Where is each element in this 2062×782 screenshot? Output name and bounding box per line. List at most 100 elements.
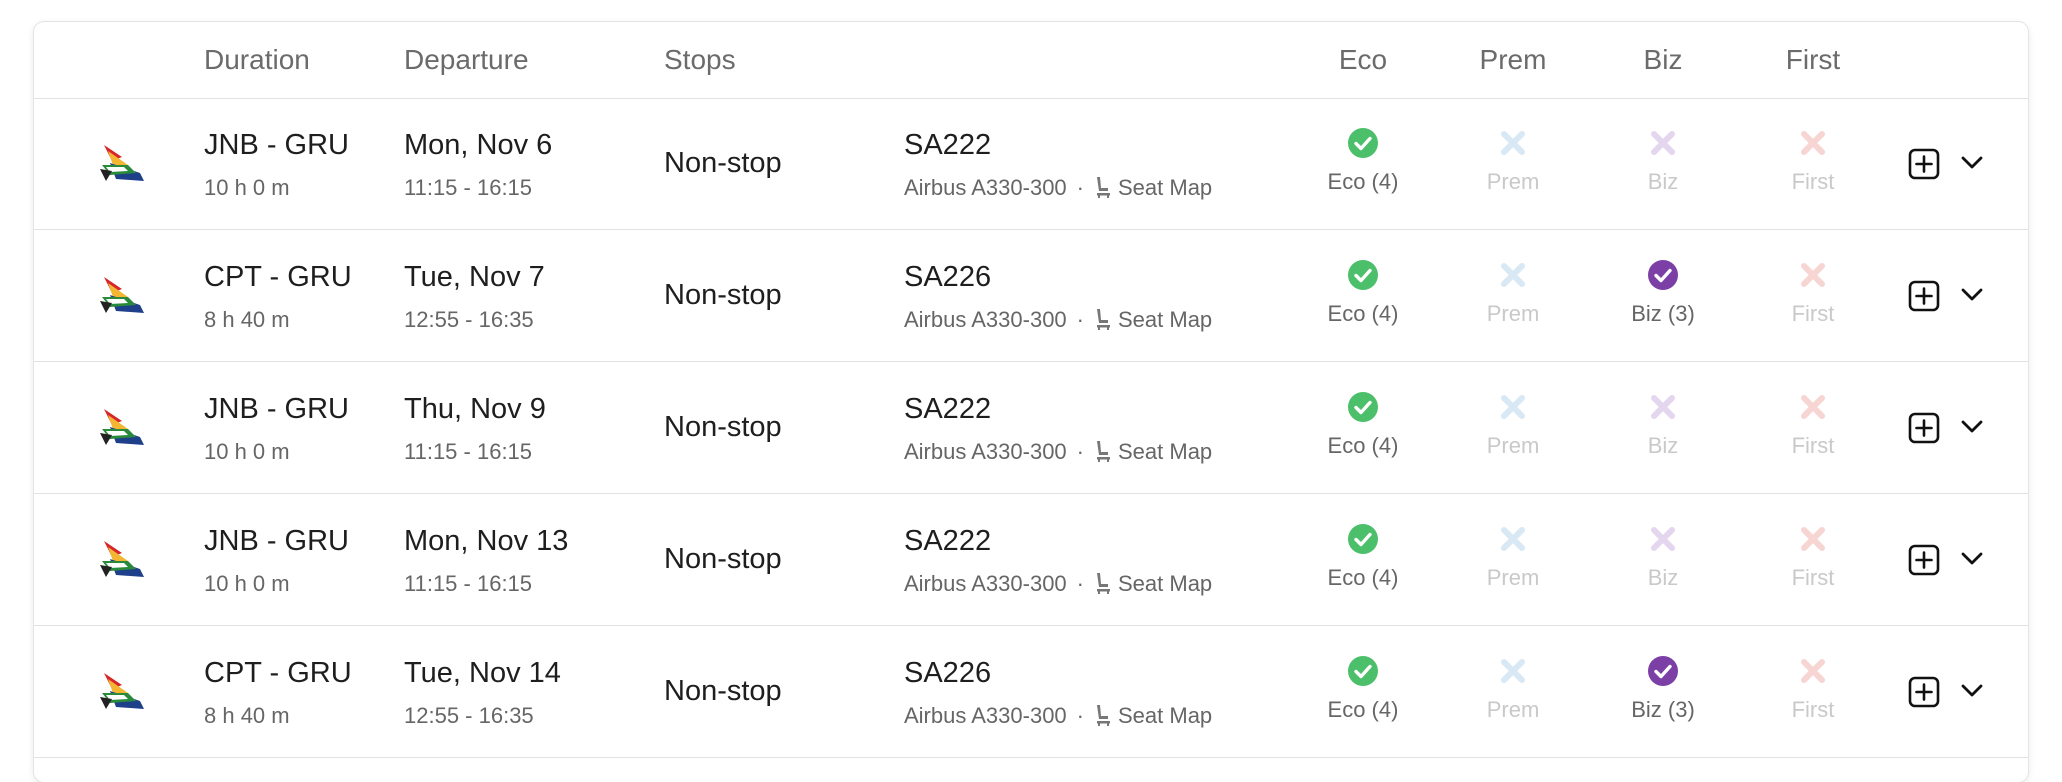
cabin-eco[interactable]: Eco (4) [1303, 523, 1423, 591]
duration-text: 8 h 40 m [204, 307, 290, 332]
cabin-prem-label: Prem [1486, 301, 1540, 326]
aircraft-info: Airbus A330-300 · Seat Map [904, 703, 1212, 729]
departure-time: 11:15 - 16:15 [404, 175, 533, 200]
add-flight-button[interactable] [1908, 148, 1940, 180]
cabin-biz[interactable]: Biz (3) [1603, 259, 1723, 327]
header-departure: Departure [404, 44, 529, 75]
flight-number: SA222 [904, 525, 992, 557]
add-flight-button[interactable] [1908, 544, 1940, 576]
biz-x-icon [1647, 391, 1679, 423]
departure-date: Mon, Nov 6 [404, 129, 553, 161]
chevron-down-icon[interactable] [1960, 287, 1984, 303]
flight-row[interactable]: JNB - GRU 10 h 0 m Mon, Nov 13 11:15 - 1… [34, 495, 2028, 626]
cabin-eco-label: Eco (4) [1327, 697, 1399, 722]
seat-map-link[interactable]: Seat Map [1094, 307, 1212, 332]
airline-logo-icon [100, 145, 144, 181]
prem-x-icon [1497, 127, 1529, 159]
cabin-eco-label: Eco (4) [1327, 301, 1399, 326]
first-x-icon [1797, 391, 1829, 423]
chevron-down-icon[interactable] [1960, 551, 1984, 567]
seat-map-link[interactable]: Seat Map [1094, 571, 1212, 596]
seat-map-label: Seat Map [1118, 571, 1213, 596]
flight-row[interactable]: CPT - GRU 8 h 40 m Tue, Nov 7 12:55 - 16… [34, 231, 2028, 362]
biz-x-icon [1647, 523, 1679, 555]
aircraft-type: Airbus A330-300 [904, 439, 1067, 464]
cabin-prem[interactable]: Prem [1453, 391, 1573, 459]
aircraft-info: Airbus A330-300 · Seat Map [904, 571, 1212, 597]
flight-number: SA222 [904, 393, 992, 425]
separator-dot: · [1076, 571, 1084, 596]
cabin-biz[interactable]: Biz (3) [1603, 655, 1723, 723]
stops-text: Non-stop [664, 279, 782, 311]
first-x-icon [1797, 523, 1829, 555]
cabin-eco[interactable]: Eco (4) [1303, 391, 1423, 459]
route-text: CPT - GRU [204, 657, 352, 689]
aircraft-info: Airbus A330-300 · Seat Map [904, 439, 1212, 465]
departure-time: 11:15 - 16:15 [404, 571, 533, 596]
cabin-prem[interactable]: Prem [1453, 259, 1573, 327]
header-stops: Stops [664, 44, 736, 75]
airline-logo-icon [100, 277, 144, 313]
flight-row[interactable]: CPT - GRU 8 h 40 m Tue, Nov 14 12:55 - 1… [34, 627, 2028, 758]
airline-logo-icon [100, 673, 144, 709]
seat-map-link[interactable]: Seat Map [1094, 175, 1212, 200]
prem-x-icon [1497, 655, 1529, 687]
cabin-biz[interactable]: Biz [1603, 127, 1723, 195]
seat-map-link[interactable]: Seat Map [1094, 439, 1212, 464]
aircraft-info: Airbus A330-300 · Seat Map [904, 175, 1212, 201]
seat-map-link[interactable]: Seat Map [1094, 703, 1212, 728]
prem-x-icon [1497, 391, 1529, 423]
flight-number: SA226 [904, 657, 992, 689]
add-flight-button[interactable] [1908, 280, 1940, 312]
stops-text: Non-stop [664, 411, 782, 443]
cabin-biz-label: Biz [1647, 565, 1679, 590]
cabin-first[interactable]: First [1753, 655, 1873, 723]
aircraft-type: Airbus A330-300 [904, 307, 1067, 332]
biz-x-icon [1647, 127, 1679, 159]
stops-text: Non-stop [664, 543, 782, 575]
cabin-eco[interactable]: Eco (4) [1303, 127, 1423, 195]
first-x-icon [1797, 259, 1829, 291]
flight-row[interactable]: JNB - GRU 10 h 0 m Mon, Nov 6 11:15 - 16… [34, 99, 2028, 230]
chevron-down-icon[interactable] [1960, 419, 1984, 435]
header-first: First [1785, 44, 1841, 75]
route-text: JNB - GRU [204, 393, 349, 425]
route-text: JNB - GRU [204, 129, 349, 161]
cabin-eco[interactable]: Eco (4) [1303, 655, 1423, 723]
seat-icon [1097, 177, 1110, 198]
cabin-prem[interactable]: Prem [1453, 523, 1573, 591]
eco-check-circle-icon [1347, 655, 1379, 687]
seat-icon [1097, 309, 1110, 330]
stops-text: Non-stop [664, 147, 782, 179]
seat-icon [1097, 705, 1110, 726]
cabin-first[interactable]: First [1753, 127, 1873, 195]
cabin-prem-label: Prem [1486, 169, 1540, 194]
aircraft-type: Airbus A330-300 [904, 703, 1067, 728]
cabin-eco[interactable]: Eco (4) [1303, 259, 1423, 327]
seat-icon [1097, 441, 1110, 462]
cabin-prem[interactable]: Prem [1453, 655, 1573, 723]
cabin-biz[interactable]: Biz [1603, 391, 1723, 459]
seat-map-label: Seat Map [1118, 175, 1213, 200]
chevron-down-icon[interactable] [1960, 155, 1984, 171]
seat-map-label: Seat Map [1118, 439, 1213, 464]
flight-row[interactable]: JNB - GRU 10 h 0 m Thu, Nov 9 11:15 - 16… [34, 363, 2028, 494]
add-flight-button[interactable] [1908, 412, 1940, 444]
chevron-down-icon[interactable] [1960, 683, 1984, 699]
departure-time: 11:15 - 16:15 [404, 439, 533, 464]
aircraft-type: Airbus A330-300 [904, 571, 1067, 596]
cabin-first-label: First [1791, 169, 1835, 194]
cabin-biz-label: Biz [1647, 169, 1679, 194]
eco-check-circle-icon [1347, 259, 1379, 291]
cabin-eco-label: Eco (4) [1327, 433, 1399, 458]
duration-text: 10 h 0 m [204, 439, 290, 464]
add-flight-button[interactable] [1908, 676, 1940, 708]
cabin-first[interactable]: First [1753, 523, 1873, 591]
cabin-biz[interactable]: Biz [1603, 523, 1723, 591]
cabin-first[interactable]: First [1753, 259, 1873, 327]
flight-number: SA222 [904, 129, 992, 161]
cabin-prem[interactable]: Prem [1453, 127, 1573, 195]
aircraft-type: Airbus A330-300 [904, 175, 1067, 200]
cabin-first[interactable]: First [1753, 391, 1873, 459]
prem-x-icon [1497, 523, 1529, 555]
